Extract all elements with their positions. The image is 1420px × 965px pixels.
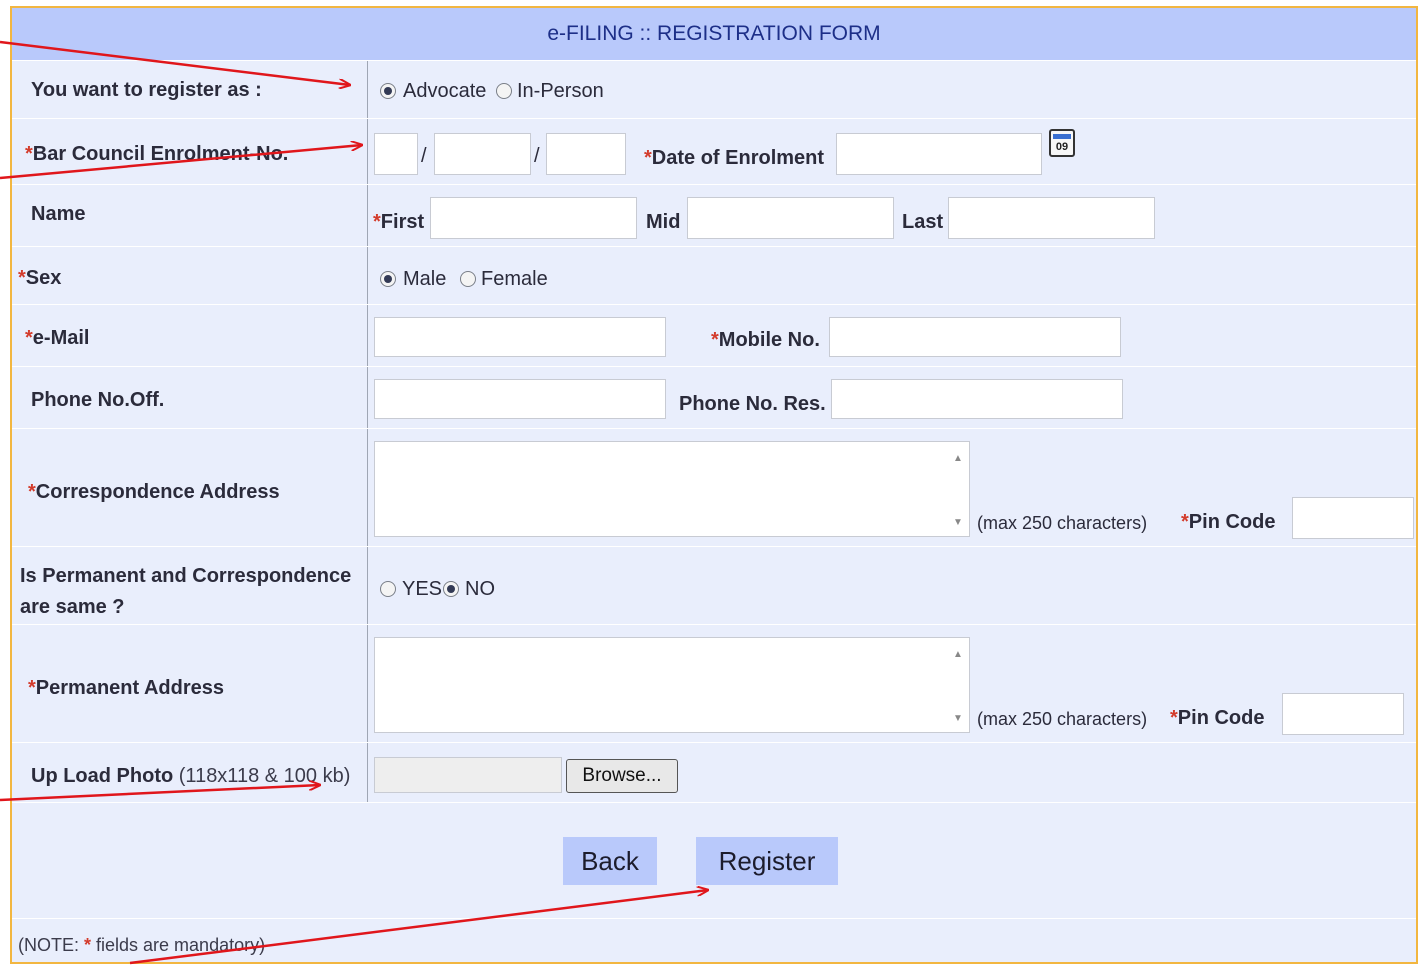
row-permanent-address: *Permanent Address ▲ ▼ (max 250 characte… — [12, 624, 1416, 742]
mobile-input[interactable] — [829, 317, 1121, 357]
radio-advocate[interactable] — [380, 83, 396, 99]
female-option-label: Female — [481, 268, 548, 290]
scroll-up-icon[interactable]: ▲ — [953, 453, 963, 464]
register-as-label: You want to register as : — [31, 79, 262, 101]
sex-label: *Sex — [18, 267, 61, 290]
separator: / — [534, 145, 540, 167]
radio-yes[interactable] — [380, 581, 396, 597]
mobile-label: *Mobile No. — [711, 329, 820, 352]
row-bar-council: *Bar Council Enrolment-No. / / *Date of … — [12, 118, 1416, 184]
permanent-max-hint: (max 250 characters) — [977, 709, 1148, 729]
row-name: Name *First Mid Last — [12, 184, 1416, 246]
same-address-label: Is Permanent and Correspondence are same… — [20, 565, 352, 618]
permanent-pin-input[interactable] — [1282, 693, 1404, 735]
registration-form: e-FILING :: REGISTRATION FORM You want t… — [10, 6, 1418, 964]
file-path-input[interactable] — [374, 757, 562, 793]
permanent-address-text: Permanent Address — [35, 677, 225, 699]
upload-photo-label: Up Load Photo (118x118 & 100 kb) — [31, 765, 350, 788]
required-marker: * — [25, 327, 33, 349]
date-of-enrolment-input[interactable] — [836, 133, 1042, 175]
permanent-address-label: *Permanent Address — [28, 677, 224, 700]
bar-council-state-input[interactable] — [374, 133, 418, 175]
scroll-down-icon[interactable]: ▼ — [953, 713, 963, 724]
upload-photo-text: Up Load Photo — [31, 765, 174, 787]
first-name-label: *First — [373, 211, 424, 234]
required-marker: * — [28, 677, 36, 699]
row-email: *e-Mail *Mobile No. — [12, 304, 1416, 366]
phone-res-input[interactable] — [831, 379, 1123, 419]
radio-male[interactable] — [380, 271, 396, 287]
correspondence-address-label: *Correspondence Address — [28, 481, 280, 504]
mid-name-label: Mid — [646, 211, 681, 233]
required-marker: * — [84, 935, 92, 955]
row-sex: *Sex Male Female — [12, 246, 1416, 304]
last-name-input[interactable] — [948, 197, 1155, 239]
bar-council-year-input[interactable] — [546, 133, 626, 175]
required-marker: * — [1170, 707, 1178, 729]
pin-code-text: Pin Code — [1177, 707, 1265, 729]
in-person-option-label: In-Person — [517, 80, 604, 102]
email-label: *e-Mail — [25, 327, 89, 350]
form-title: e-FILING :: REGISTRATION FORM — [12, 8, 1416, 60]
phone-off-input[interactable] — [374, 379, 666, 419]
correspondence-address-text: Correspondence Address — [35, 481, 280, 503]
note-suffix: fields are mandatory) — [91, 935, 266, 955]
bar-council-label-text: Bar Council Enrolment-No. — [32, 143, 289, 165]
row-same-address: Is Permanent and Correspondence are same… — [12, 546, 1416, 624]
permanent-pin-label: *Pin Code — [1170, 707, 1264, 730]
radio-in-person[interactable] — [496, 83, 512, 99]
scroll-up-icon[interactable]: ▲ — [953, 649, 963, 660]
mandatory-note: (NOTE: * fields are mandatory) — [18, 935, 265, 956]
correspondence-address-textarea[interactable] — [374, 441, 970, 537]
yes-option-label: YES — [402, 578, 443, 600]
row-correspondence-address: *Correspondence Address ▲ ▼ (max 250 cha… — [12, 428, 1416, 546]
required-marker: * — [25, 143, 33, 165]
note-prefix: (NOTE: — [18, 935, 84, 955]
radio-female[interactable] — [460, 271, 476, 287]
radio-no[interactable] — [443, 581, 459, 597]
required-marker: * — [18, 267, 26, 289]
back-button[interactable]: Back — [563, 837, 657, 885]
row-buttons: Back Register — [12, 802, 1416, 918]
required-marker: * — [1181, 511, 1189, 533]
separator: / — [421, 145, 427, 167]
first-name-text: First — [380, 211, 425, 233]
correspondence-pin-input[interactable] — [1292, 497, 1414, 539]
last-name-label: Last — [902, 211, 944, 233]
email-label-text: e-Mail — [32, 327, 90, 349]
upload-photo-hint: (118x118 & 100 kb) — [178, 765, 351, 787]
sex-label-text: Sex — [25, 267, 62, 289]
no-option-label: NO — [465, 578, 495, 600]
required-marker: * — [28, 481, 36, 503]
permanent-address-textarea[interactable] — [374, 637, 970, 733]
mobile-label-text: Mobile No. — [718, 329, 820, 351]
correspondence-max-hint: (max 250 characters) — [977, 513, 1148, 533]
row-note: (NOTE: * fields are mandatory) — [12, 918, 1416, 964]
row-upload-photo: Up Load Photo (118x118 & 100 kb) Browse.… — [12, 742, 1416, 802]
name-label: Name — [31, 203, 86, 225]
first-name-input[interactable] — [430, 197, 637, 239]
row-phone: Phone No.Off. Phone No. Res. — [12, 366, 1416, 428]
required-marker: * — [373, 211, 381, 233]
date-of-enrolment-text: Date of Enrolment — [651, 147, 825, 169]
email-input[interactable] — [374, 317, 666, 357]
pin-code-text: Pin Code — [1188, 511, 1276, 533]
advocate-option-label: Advocate — [403, 80, 487, 102]
male-option-label: Male — [403, 268, 447, 290]
phone-off-label: Phone No.Off. — [31, 389, 165, 411]
browse-button[interactable]: Browse... — [566, 759, 678, 793]
mid-name-input[interactable] — [687, 197, 894, 239]
phone-res-label: Phone No. Res. — [679, 393, 826, 415]
correspondence-pin-label: *Pin Code — [1181, 511, 1275, 534]
required-marker: * — [644, 147, 652, 169]
bar-council-label: *Bar Council Enrolment-No. — [25, 143, 288, 166]
row-register-as: You want to register as : Advocate In-Pe… — [12, 60, 1416, 118]
scroll-down-icon[interactable]: ▼ — [953, 517, 963, 528]
required-marker: * — [711, 329, 719, 351]
bar-council-number-input[interactable] — [434, 133, 531, 175]
calendar-icon[interactable]: 09 — [1049, 129, 1075, 157]
date-of-enrolment-label: *Date of Enrolment — [644, 147, 824, 170]
register-button[interactable]: Register — [696, 837, 838, 885]
